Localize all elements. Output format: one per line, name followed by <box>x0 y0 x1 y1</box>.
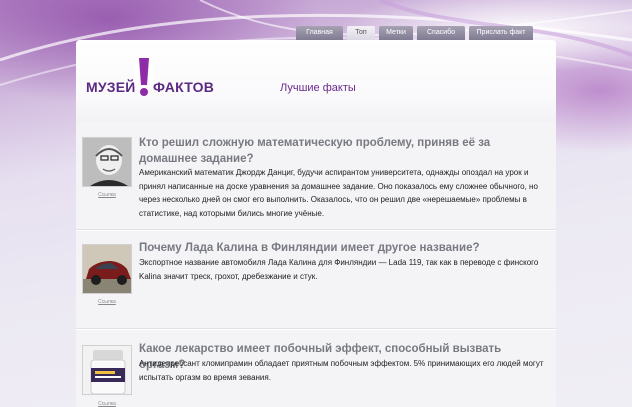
source-link[interactable]: Ссылка <box>82 401 132 407</box>
source-link[interactable]: Ссылка <box>82 192 132 198</box>
fact-text: Антидепрессант кломипрамин обладает прия… <box>139 359 544 382</box>
fact-text: Американский математик Джордж Данциг, бу… <box>139 168 538 218</box>
fact-thumbnail[interactable] <box>82 137 132 187</box>
page-title: Лучшие факты <box>280 82 356 94</box>
fact-thumbnail[interactable] <box>82 244 132 294</box>
portrait-photo-icon <box>83 138 131 186</box>
source-link[interactable]: Ссылка <box>82 299 132 305</box>
logo-word-museum: МУЗЕЙ <box>86 79 136 95</box>
divider <box>76 229 556 231</box>
site-logo[interactable]: МУЗЕЙ ФАКТОВ <box>84 48 214 110</box>
car-photo-icon <box>83 245 131 293</box>
nav-home[interactable]: Главная <box>296 26 343 40</box>
fact-thumbnail[interactable] <box>82 345 132 395</box>
nav-tags[interactable]: Метки <box>379 26 413 40</box>
fact-title[interactable]: Почему Лада Калина в Финляндии имеет дру… <box>139 240 549 256</box>
logo-word-facts: ФАКТОВ <box>153 79 215 95</box>
divider <box>76 328 556 330</box>
fact-title[interactable]: Кто решил сложную математическую проблем… <box>139 135 549 167</box>
nav-thanks[interactable]: Спасибо <box>417 26 465 40</box>
nav-top[interactable]: Топ <box>347 26 375 40</box>
exclamation-icon <box>134 58 154 96</box>
pill-bottle-photo-icon <box>83 346 131 394</box>
main-nav: Главная Топ Метки Спасибо Прислать факт <box>296 26 533 40</box>
nav-submit-fact[interactable]: Прислать факт <box>469 26 533 40</box>
fact-text: Экспортное название автомобиля Лада Кали… <box>139 258 539 281</box>
